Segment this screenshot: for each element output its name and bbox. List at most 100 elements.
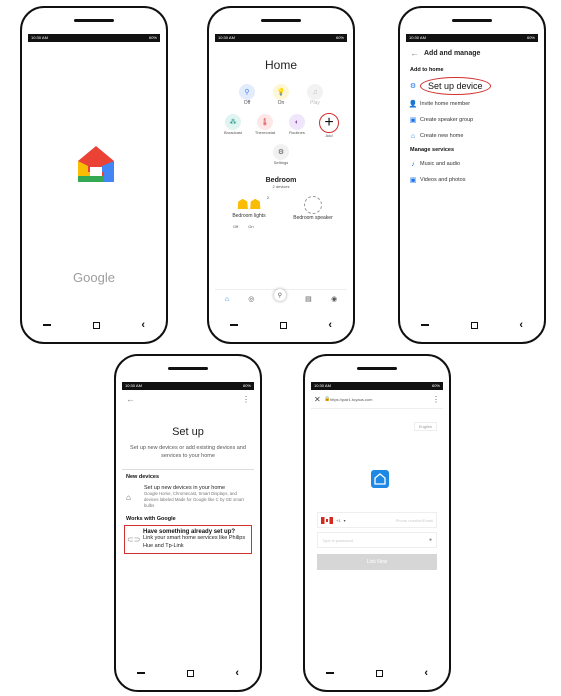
status-bar: 10:30 AM 60% [28,34,160,42]
page-title: Add and manage [424,49,481,57]
status-time: 10:30 AM [31,35,48,40]
add-action[interactable]: + Add [315,113,343,138]
works-with-google-item[interactable]: ⊂⊃ Have something already set up? Link y… [124,524,252,555]
button-label: Link Now [366,559,388,565]
account-tab-icon[interactable]: ◉ [331,295,337,303]
speaker-group-row[interactable]: ▣ Create speaker group [406,112,538,128]
status-bar: 10:30 AM 60% [406,34,538,42]
status-time: 10:30 AM [218,35,235,40]
lights-toggle: Off On [215,224,347,229]
on-action[interactable]: 💡 On [269,84,293,106]
music-row[interactable]: ♪ Music and audio [406,156,538,172]
back-arrow-icon[interactable]: ← [126,394,135,404]
nav-bar: ‹ [209,318,353,332]
videos-row[interactable]: ▣ Videos and photos [406,172,538,188]
phone-home: 10:30 AM 60% Home ⚲ Off 💡 On ♫ Play ⁂ Br… [207,6,355,344]
page-title: Set up [172,426,204,438]
media-tab-icon[interactable]: ▤ [305,295,312,303]
phone-tuya-link: 10:30 AM 60% ✕ 🔒 https://pair1.tuyaus.co… [303,354,451,692]
gear-icon: ⚙ [273,144,289,160]
play-icon: ♫ [307,84,323,100]
status-battery: 60% [242,383,251,388]
section-new-devices: New devices [126,473,160,480]
home-button[interactable] [186,669,194,677]
mic-fab-icon[interactable]: ⚲ [273,289,286,301]
status-bar: 10:30 AM 60% [311,382,443,390]
off-toggle[interactable]: Off [233,224,238,229]
home-tab-icon[interactable]: ⌂ [225,296,229,303]
more-vert-icon[interactable]: ⋮ [432,395,440,404]
action-label: Settings [273,160,289,165]
speaker-icon [304,196,322,214]
status-bar: 10:30 AM 60% [215,34,347,42]
add-icon: + [319,113,339,133]
recents-button[interactable] [42,324,51,326]
action-label: Thermostat [254,130,276,135]
home-button[interactable] [92,321,100,329]
close-icon[interactable]: ✕ [314,395,324,404]
tuya-app-logo-icon [371,470,389,488]
new-devices-text: Set up new devices in your home Google H… [144,485,250,510]
action-label: Broadcast [223,130,242,135]
back-button[interactable]: ‹ [519,319,523,331]
setup-device-label: Set up device [420,77,491,95]
screen: 10:30 AM 60% ✕ 🔒 https://pair1.tuyaus.co… [311,382,443,656]
language-value: English [418,424,432,429]
earpiece [74,19,114,22]
password-field[interactable]: Type in password ● [317,532,437,548]
on-toggle[interactable]: On [248,224,253,229]
back-button[interactable]: ‹ [141,319,145,331]
phone-email-input[interactable]: Phone number/Email [396,518,433,523]
row-label: Videos and photos [420,177,466,183]
recents-button[interactable] [229,324,238,326]
new-home-row[interactable]: ⌂ Create new home [406,128,538,144]
back-button[interactable]: ‹ [328,319,332,331]
recents-button[interactable] [325,672,334,674]
back-button[interactable]: ‹ [424,667,428,679]
house-outline-icon [374,473,386,485]
light-on-icon: 💡 [273,84,289,100]
setup-device-row[interactable]: ⚙ Set up device [406,76,538,96]
eye-icon[interactable]: ● [429,537,432,543]
works-with-google-text: Have something already set up? Link your… [143,529,249,550]
home-button[interactable] [470,321,478,329]
phone-email-row: +1 ▾ Phone number/Email [317,512,437,528]
settings-action[interactable]: ⚙ Settings [266,144,296,165]
section-add-to-home: Add to home [410,67,444,73]
lights-count-badge: 2 [266,195,269,200]
language-select[interactable]: English [413,422,437,431]
earpiece [261,19,301,22]
routines-icon: ◐ [289,114,305,130]
bottom-tab-bar: ⌂ ◎ ⚲ ▤ ◉ [215,289,347,308]
new-devices-item[interactable]: ⌂ Set up new devices in your home Google… [122,483,254,512]
status-time: 10:30 AM [125,383,142,388]
house-icon: ⌂ [410,132,416,140]
back-arrow-icon[interactable]: ← [410,48,424,58]
thermostat-icon: 🌡 [257,114,273,130]
thermostat-action[interactable]: 🌡 Thermostat [251,114,279,138]
back-button[interactable]: ‹ [235,667,239,679]
off-action[interactable]: ⚲ Off [235,84,259,106]
recents-button[interactable] [420,324,429,326]
broadcast-action[interactable]: ⁂ Broadcast [219,114,247,138]
invite-member-row[interactable]: 👤 Invite home member [406,96,538,112]
play-action[interactable]: ♫ Play [303,84,327,106]
recents-button[interactable] [136,672,145,674]
chevron-down-icon[interactable]: ▾ [344,518,346,523]
screen: 10:30 AM 60% ← Add and manage Add to hom… [406,34,538,308]
home-button[interactable] [375,669,383,677]
routines-action[interactable]: ◐ Routines [283,114,311,138]
link-now-button[interactable]: Link Now [317,554,437,570]
discover-tab-icon[interactable]: ◎ [248,295,254,303]
nav-bar: ‹ [116,666,260,680]
nav-bar: ‹ [400,318,544,332]
more-vert-icon[interactable]: ⋮ [242,395,250,404]
speaker-device[interactable]: Bedroom speaker [285,195,341,221]
phone-add-manage: 10:30 AM 60% ← Add and manage Add to hom… [398,6,546,344]
lights-device[interactable]: ☗☗ 2 Bedroom lights [221,195,277,221]
quick-actions-row-1: ⚲ Off 💡 On ♫ Play [215,84,347,106]
home-button[interactable] [279,321,287,329]
country-code[interactable]: +1 [336,518,341,523]
device-label: Bedroom speaker [293,215,333,221]
action-label: Off [243,100,251,106]
